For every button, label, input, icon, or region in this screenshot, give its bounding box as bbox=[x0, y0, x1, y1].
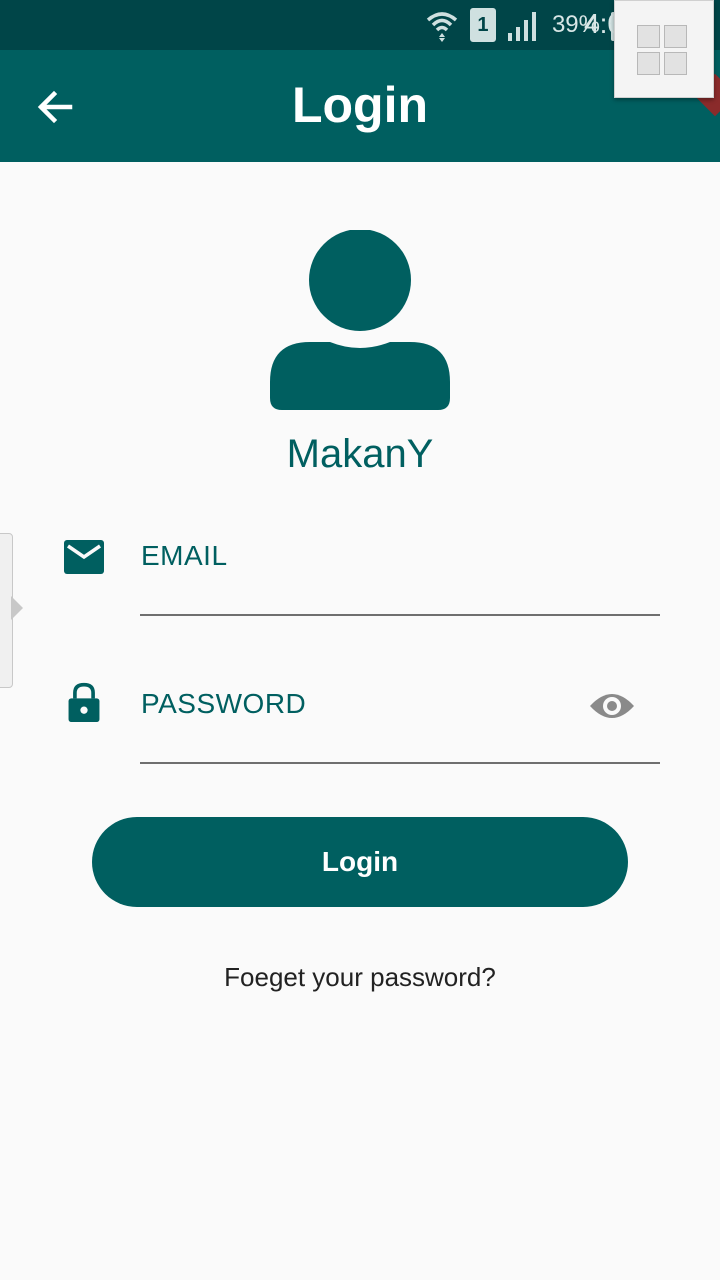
brand-name: MakanY bbox=[286, 432, 434, 476]
email-underline bbox=[140, 614, 660, 616]
lock-icon bbox=[68, 682, 100, 722]
person-icon bbox=[270, 230, 450, 410]
grid-icon bbox=[637, 25, 687, 75]
password-underline bbox=[140, 762, 660, 764]
password-visibility-toggle[interactable] bbox=[588, 688, 636, 724]
sim-icon: 1 bbox=[469, 8, 496, 42]
status-bar: 1 39% 4:0 bbox=[0, 0, 720, 50]
app-bar: Login bbox=[0, 50, 720, 162]
password-label: PASSWORD bbox=[141, 688, 307, 719]
side-panel-arrow-icon bbox=[11, 596, 23, 620]
forgot-password-link[interactable]: Foeget your password? bbox=[0, 962, 720, 993]
email-label: EMAIL bbox=[141, 540, 228, 571]
mail-icon bbox=[64, 540, 104, 574]
wifi-icon bbox=[426, 12, 458, 42]
login-button[interactable]: Login bbox=[92, 817, 628, 907]
eye-icon bbox=[590, 694, 634, 718]
signal-icon bbox=[507, 12, 536, 41]
sim-slot-number: 1 bbox=[477, 13, 489, 36]
floating-overlay-button[interactable] bbox=[614, 0, 714, 98]
page-title: Login bbox=[291, 77, 429, 133]
